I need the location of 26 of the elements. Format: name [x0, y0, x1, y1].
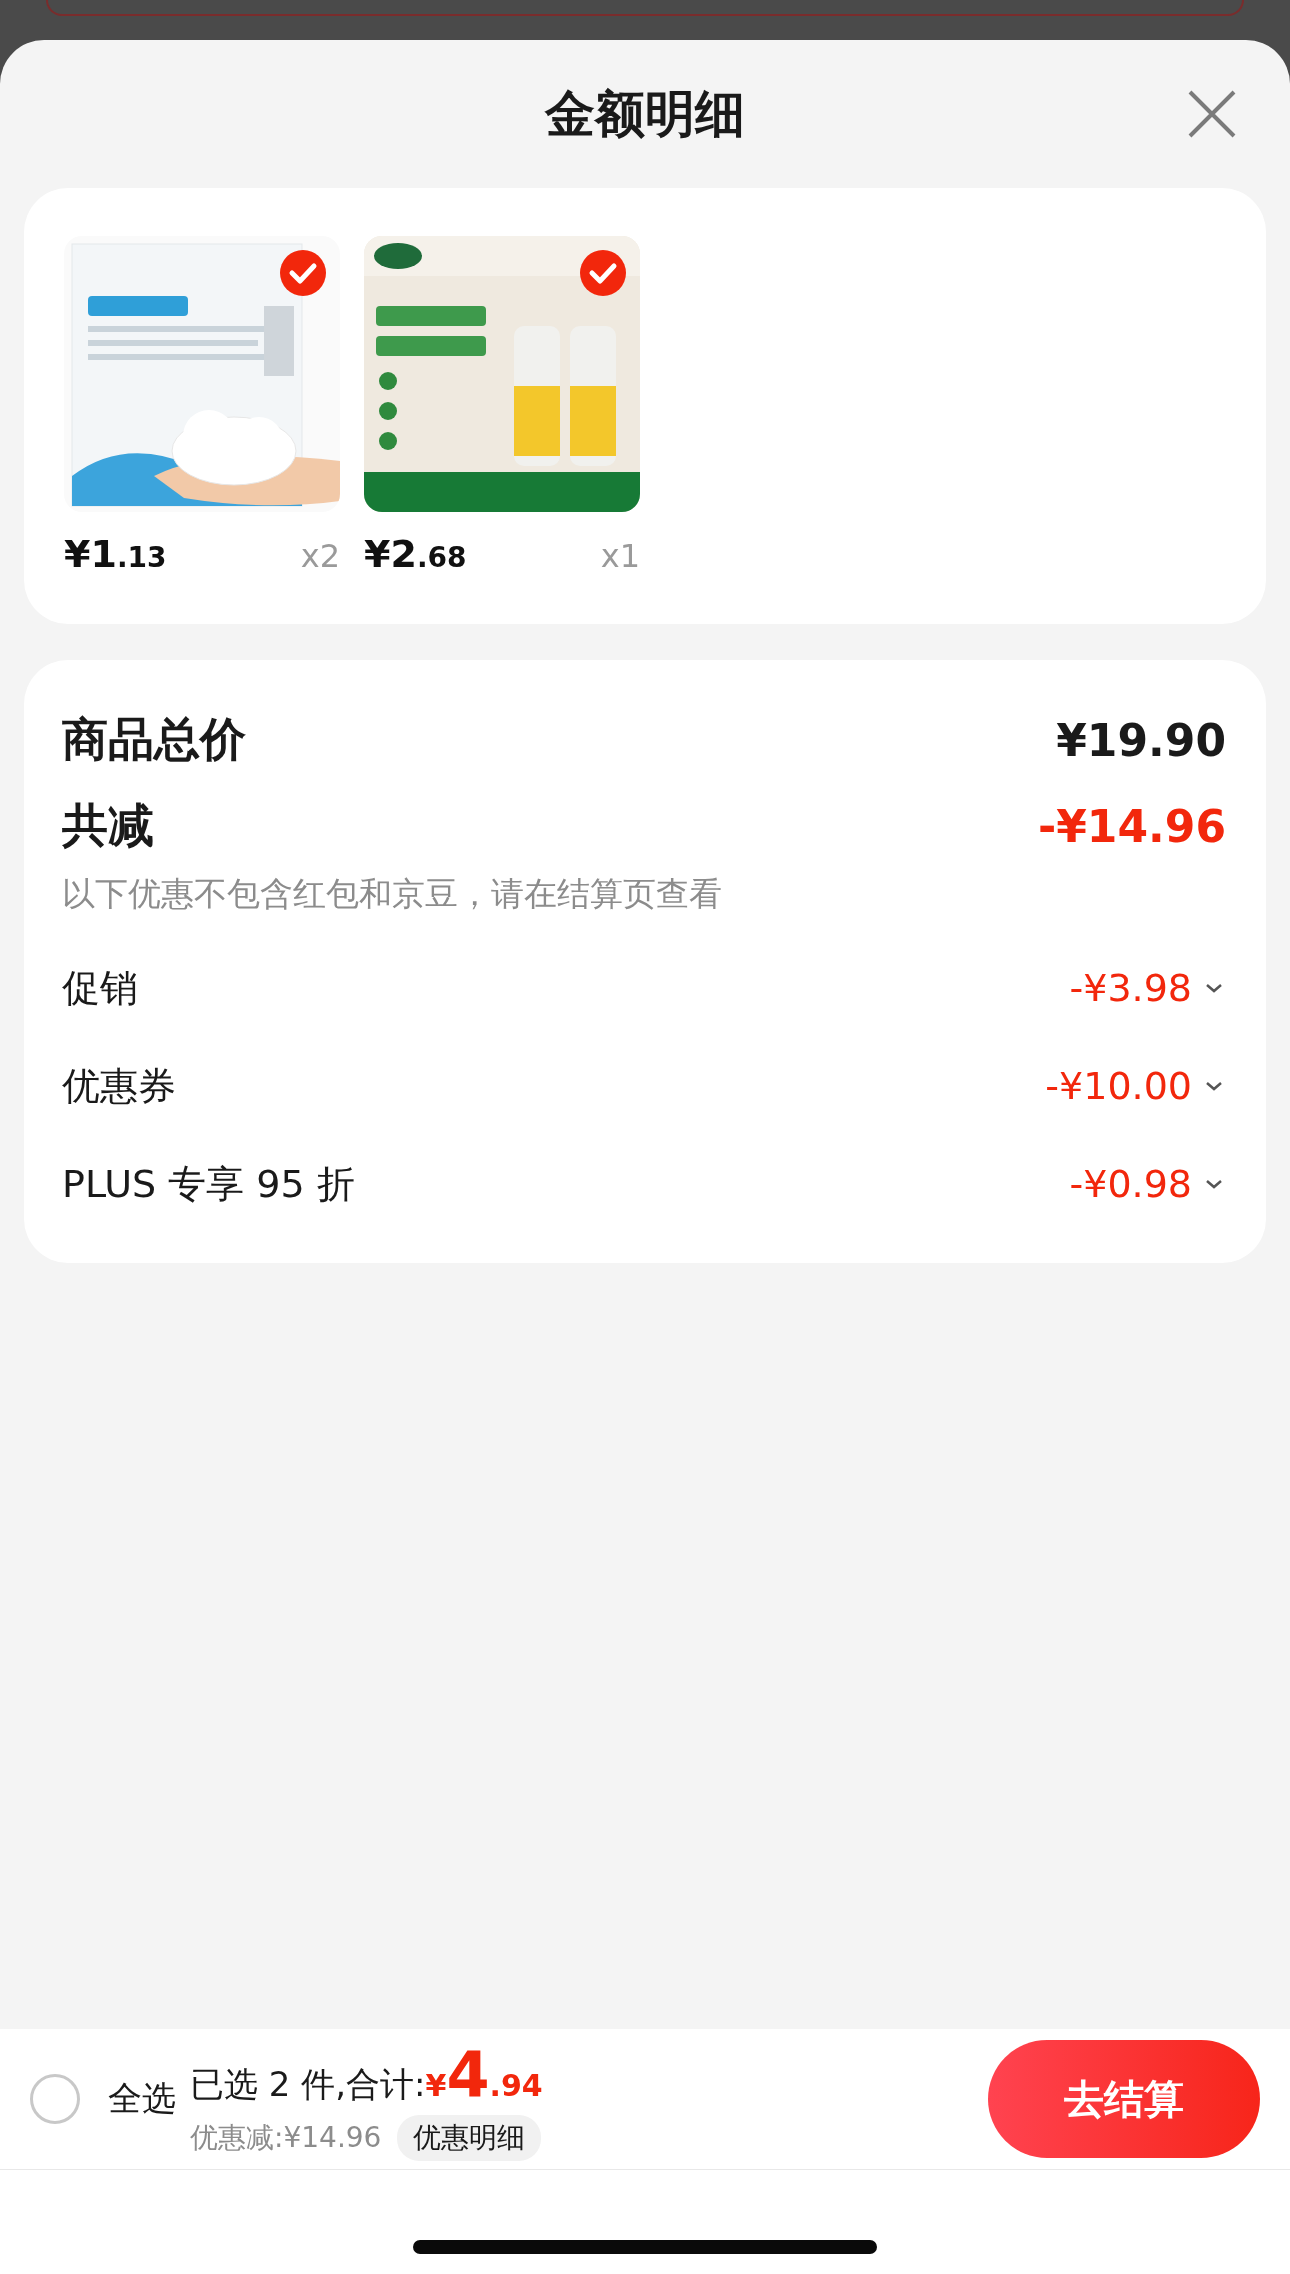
product-price: ¥1.13 — [64, 532, 167, 576]
discount-item-value: -¥0.98 — [1069, 1162, 1192, 1206]
select-all-label: 全选 — [108, 2077, 176, 2120]
discount-item-value: -¥3.98 — [1069, 966, 1192, 1010]
total-amount: ¥4.94 — [425, 2037, 543, 2111]
sheet-title: 金额明细 — [545, 83, 745, 145]
selected-summary: 已选 2 件,合计: — [190, 2062, 426, 2106]
close-icon[interactable] — [1186, 88, 1238, 140]
total-label: 商品总价 — [62, 711, 246, 768]
discount-item-value: -¥10.00 — [1045, 1064, 1192, 1108]
discount-item-label: 优惠券 — [62, 1062, 176, 1110]
checkout-button[interactable]: 去结算 — [988, 2040, 1260, 2158]
total-value: ¥19.90 — [1056, 714, 1226, 766]
details-button[interactable]: 优惠明细 — [397, 2114, 542, 2161]
saved-amount: 优惠减:¥14.96 — [190, 2119, 382, 2156]
discount-item-label: PLUS 专享 95 折 — [62, 1160, 355, 1208]
discount-item-label: 促销 — [62, 964, 138, 1012]
product-price: ¥2.68 — [364, 532, 467, 576]
discount-note: 以下优惠不包含红包和京豆，请在结算页查看 — [62, 873, 723, 915]
product-quantity: x1 — [600, 537, 640, 575]
discount-value: -¥14.96 — [1037, 800, 1226, 852]
discount-label: 共减 — [62, 797, 154, 854]
select-all-radio[interactable] — [30, 2074, 80, 2124]
product-quantity: x2 — [300, 537, 340, 575]
check-icon[interactable] — [280, 250, 326, 296]
check-icon[interactable] — [580, 250, 626, 296]
